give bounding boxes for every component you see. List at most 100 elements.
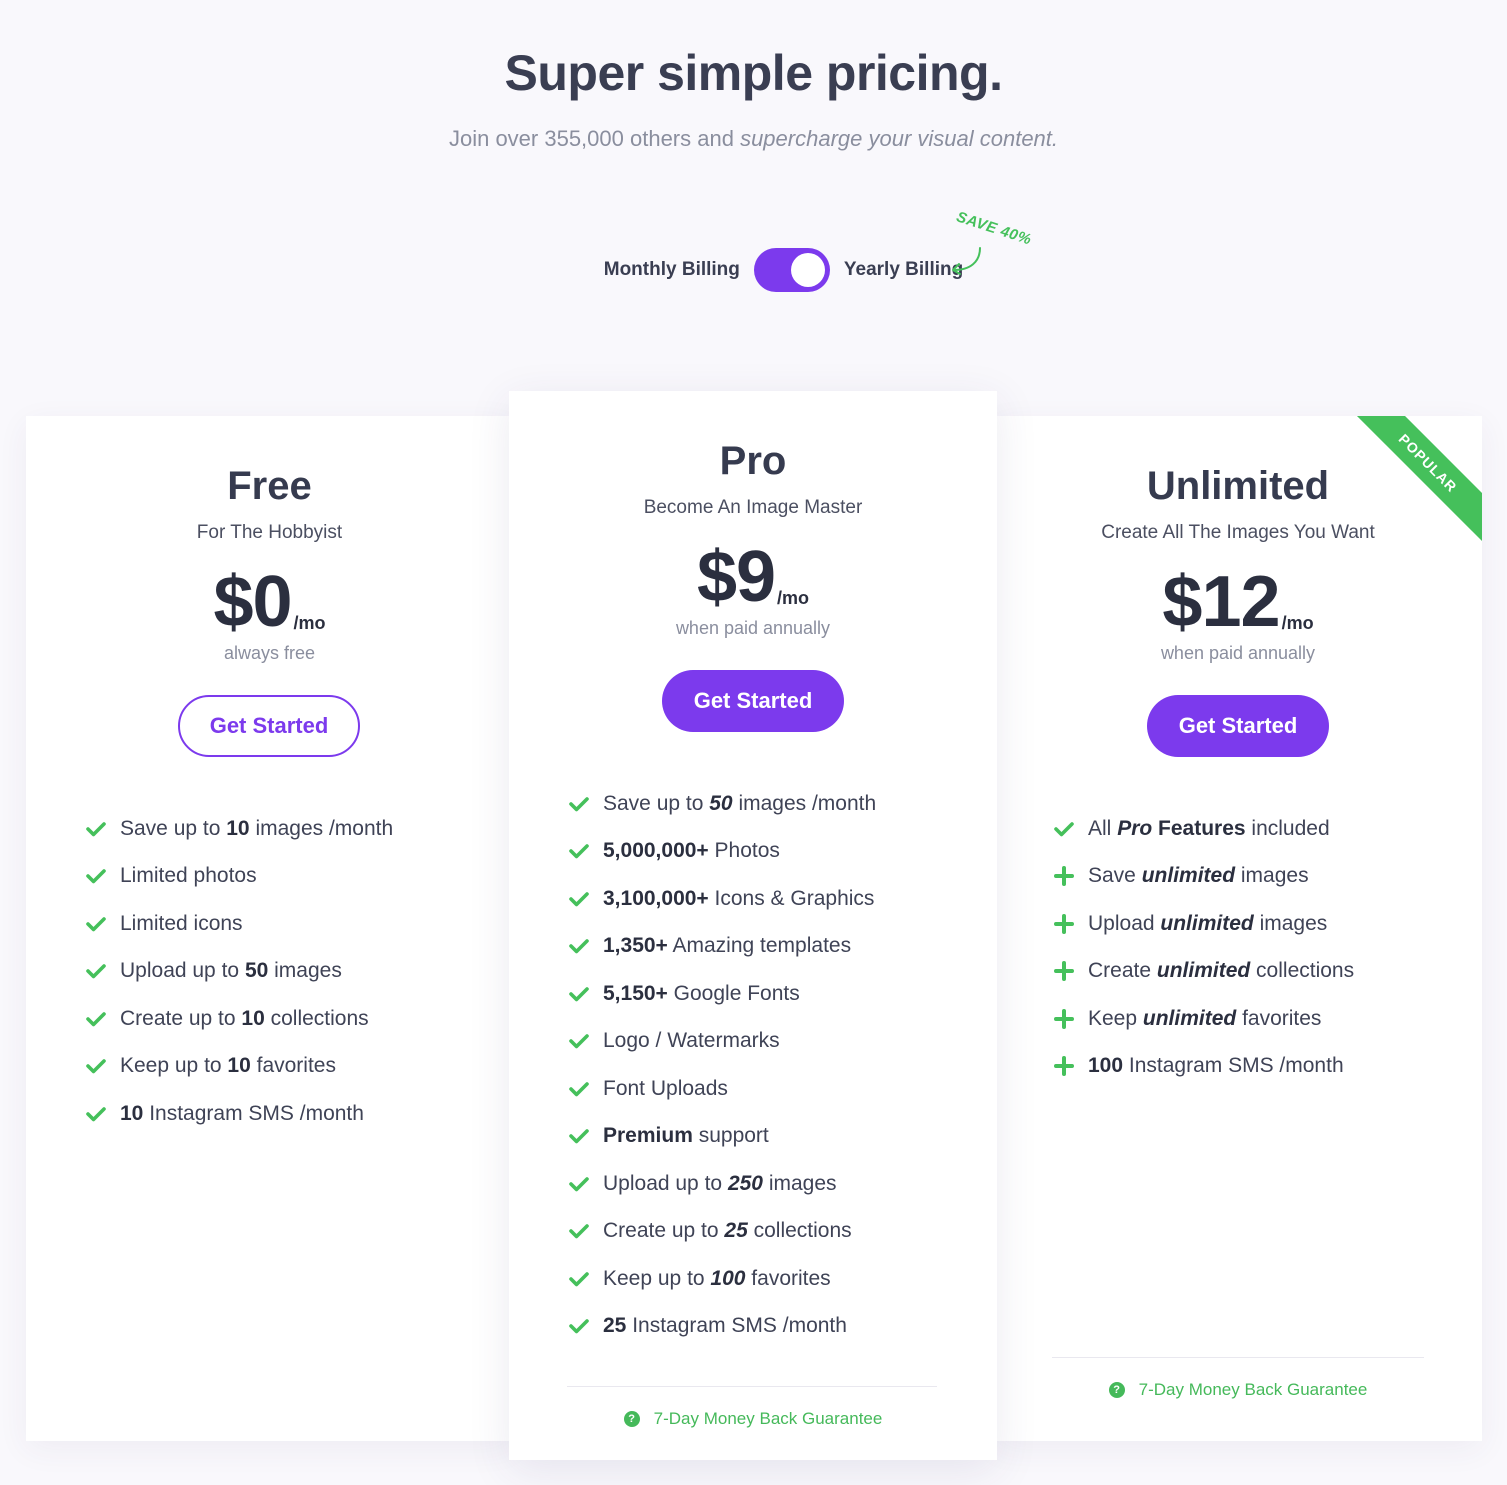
feature-text: 5,150+ Google Fonts bbox=[603, 982, 800, 1006]
feature-text: Font Uploads bbox=[603, 1077, 728, 1101]
feature-text-part: images /month bbox=[249, 816, 394, 840]
feature-text-part: Amazing templates bbox=[667, 934, 852, 958]
plan-card-unlimited: POPULAR Unlimited Create All The Images … bbox=[994, 416, 1482, 1441]
feature-list: Save up to 50 images /month 5,000,000+ Ph… bbox=[569, 780, 969, 1350]
feature-text: 5,000,000+ Photos bbox=[603, 839, 780, 863]
plus-icon bbox=[1054, 1056, 1074, 1077]
feature-text-part: Photos bbox=[708, 839, 780, 863]
feature-item: 25 Instagram SMS /month bbox=[569, 1303, 969, 1351]
price-amount: $9 bbox=[696, 537, 776, 617]
feature-text-part: unlimited bbox=[1141, 864, 1236, 888]
toggle-knob bbox=[790, 253, 825, 287]
check-icon bbox=[86, 869, 106, 884]
feature-text-part: images bbox=[268, 959, 342, 983]
monthly-billing-label[interactable]: Monthly Billing bbox=[604, 259, 740, 281]
feature-item: Upload unlimited images bbox=[1054, 900, 1454, 948]
feature-text-part: Google Fonts bbox=[667, 981, 800, 1005]
feature-item: 10 Instagram SMS /month bbox=[86, 1090, 486, 1138]
feature-icon-slot bbox=[569, 936, 603, 956]
feature-item: Upload up to 250 images bbox=[569, 1160, 969, 1208]
feature-list: All Pro Features included Save unlimited … bbox=[1054, 805, 1454, 1090]
feature-text-part: Keep up to bbox=[120, 1054, 228, 1078]
feature-icon-slot bbox=[86, 914, 120, 934]
subtitle-text: Join over 355,000 others and bbox=[448, 126, 741, 151]
feature-icon-slot bbox=[569, 1031, 603, 1051]
feature-item: All Pro Features included bbox=[1054, 805, 1454, 853]
feature-text-part: support bbox=[692, 1124, 769, 1148]
feature-text-part: 25 bbox=[603, 1314, 627, 1338]
feature-text-part: 3,100,000+ bbox=[603, 886, 709, 910]
curved-arrow-icon bbox=[952, 247, 981, 275]
feature-text-part: images bbox=[1235, 864, 1309, 888]
check-icon bbox=[1054, 821, 1074, 837]
feature-icon-slot bbox=[86, 866, 120, 886]
get-started-button[interactable]: Get Started bbox=[1147, 695, 1329, 757]
plus-icon bbox=[1054, 961, 1074, 982]
feature-text-part: Save bbox=[1088, 864, 1142, 888]
feature-item: 1,350+ Amazing templates bbox=[569, 923, 969, 971]
plan-price: $0 /mo bbox=[26, 566, 513, 638]
feature-icon-slot bbox=[569, 889, 603, 909]
feature-icon-slot bbox=[569, 1221, 603, 1241]
feature-text-part: collections bbox=[1250, 959, 1355, 983]
feature-text-part: favorites bbox=[745, 1266, 831, 1290]
check-icon bbox=[569, 1224, 589, 1239]
feature-icon-slot bbox=[86, 1104, 120, 1124]
feature-text-part: Logo / Watermarks bbox=[603, 1029, 780, 1053]
divider bbox=[567, 1386, 937, 1387]
feature-text-part: Keep up to bbox=[603, 1266, 711, 1290]
feature-text-part: images /month bbox=[732, 791, 877, 815]
guarantee-text[interactable]: 7-Day Money Back Guarantee bbox=[1139, 1380, 1368, 1400]
plan-name: Free bbox=[227, 464, 312, 508]
billing-toggle[interactable] bbox=[753, 248, 830, 292]
save-badge: SAVE 40% bbox=[954, 208, 1034, 249]
feature-text: Upload up to 250 images bbox=[603, 1172, 837, 1196]
feature-text-part: Font Uploads bbox=[603, 1076, 728, 1100]
question-circle-icon: ? bbox=[623, 1411, 640, 1427]
check-icon bbox=[569, 1176, 589, 1192]
feature-text: 25 Instagram SMS /month bbox=[603, 1314, 847, 1338]
feature-text-part: unlimited bbox=[1142, 1006, 1237, 1030]
page-title: Super simple pricing. bbox=[504, 45, 1003, 101]
feature-text: 100 Instagram SMS /month bbox=[1088, 1054, 1344, 1078]
guarantee-text[interactable]: 7-Day Money Back Guarantee bbox=[654, 1409, 883, 1429]
feature-icon-slot bbox=[1054, 819, 1088, 839]
feature-text: Create up to 10 collections bbox=[120, 1007, 369, 1031]
feature-icon-slot bbox=[569, 1174, 603, 1194]
feature-text-part: favorites bbox=[250, 1054, 336, 1078]
check-icon bbox=[569, 891, 589, 907]
check-icon bbox=[569, 1081, 589, 1097]
feature-text-part: Instagram SMS /month bbox=[143, 1101, 364, 1125]
price-period: /mo bbox=[293, 613, 326, 633]
feature-item: 5,000,000+ Photos bbox=[569, 828, 969, 876]
feature-item: Save unlimited images bbox=[1054, 853, 1454, 901]
plus-icon bbox=[1054, 866, 1074, 887]
feature-text-part: 1,350+ bbox=[603, 934, 668, 958]
feature-text: 3,100,000+ Icons & Graphics bbox=[603, 887, 874, 911]
feature-icon-slot bbox=[1054, 913, 1088, 934]
check-icon bbox=[86, 1011, 106, 1027]
feature-text: Upload up to 50 images bbox=[120, 959, 342, 983]
feature-text-part: Save up to bbox=[120, 816, 227, 840]
feature-item: Upload up to 50 images bbox=[86, 948, 486, 996]
divider bbox=[1052, 1357, 1424, 1358]
feature-text: Premium support bbox=[603, 1124, 769, 1148]
feature-item: Logo / Watermarks bbox=[569, 1018, 969, 1066]
get-started-button[interactable]: Get Started bbox=[662, 670, 844, 732]
feature-text: Keep up to 10 favorites bbox=[120, 1054, 336, 1078]
feature-item: 100 Instagram SMS /month bbox=[1054, 1043, 1454, 1091]
feature-list: Save up to 10 images /month Limited photo… bbox=[86, 805, 486, 1138]
feature-text-part: Create up to bbox=[603, 1219, 725, 1243]
check-icon bbox=[86, 821, 106, 837]
subtitle-emphasis: supercharge your visual content. bbox=[740, 126, 1059, 151]
feature-item: Save up to 10 images /month bbox=[86, 805, 486, 853]
feature-icon-slot bbox=[1054, 961, 1088, 982]
feature-text-part: 5,150+ bbox=[603, 981, 668, 1005]
feature-text-part: images bbox=[762, 1171, 837, 1195]
plan-name: Unlimited bbox=[1146, 464, 1330, 508]
question-circle-icon: ? bbox=[1108, 1382, 1125, 1398]
check-icon bbox=[86, 1106, 106, 1122]
feature-text: Limited photos bbox=[120, 864, 257, 888]
feature-text: All Pro Features included bbox=[1088, 817, 1330, 841]
get-started-button[interactable]: Get Started bbox=[178, 695, 360, 757]
